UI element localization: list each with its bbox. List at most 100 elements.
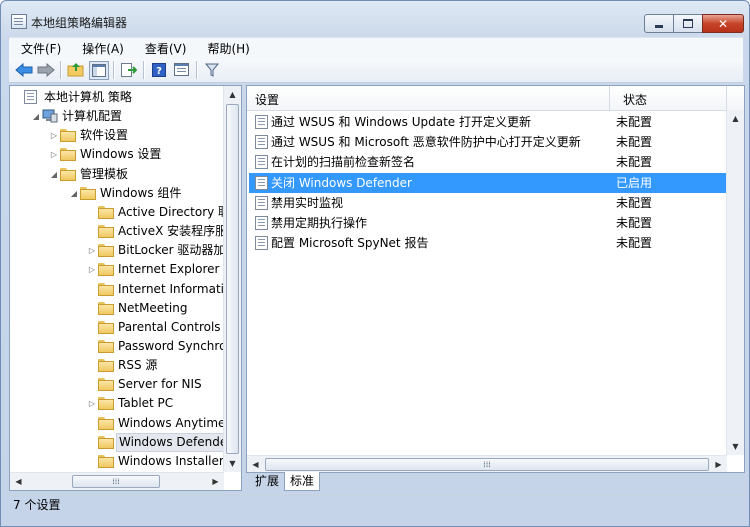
scroll-thumb-horizontal[interactable]: ⁞⁞⁞ xyxy=(265,458,709,471)
filter-icon[interactable] xyxy=(203,61,221,78)
menu-file[interactable]: 文件(F) xyxy=(9,38,70,58)
expander-icon xyxy=(88,433,96,452)
tree-item[interactable]: NetMeeting xyxy=(10,299,224,318)
tree-item[interactable]: ◢ 计算机配置 xyxy=(10,107,224,126)
folder-icon xyxy=(98,263,114,277)
tree-item-label: 计算机配置 xyxy=(62,109,123,124)
tree-item-label: NetMeeting xyxy=(118,300,188,315)
expander-icon xyxy=(88,356,96,375)
menu-view[interactable]: 查看(V) xyxy=(133,38,196,58)
tree-item-label: 管理模板 xyxy=(80,166,129,181)
expander-icon[interactable]: ◢ xyxy=(50,165,58,184)
policy-name: 关闭 Windows Defender xyxy=(271,175,412,190)
back-arrow-icon[interactable] xyxy=(15,61,33,78)
tree-item[interactable]: ▷ BitLocker 驱动器加密 xyxy=(10,241,237,260)
policy-row[interactable]: 禁用定期执行操作 未配置 xyxy=(249,213,735,233)
tree-item[interactable]: Password Synchronizi xyxy=(10,337,241,356)
scroll-thumb[interactable] xyxy=(226,104,239,454)
expander-icon[interactable]: ▷ xyxy=(88,260,96,279)
policy-row[interactable]: 禁用实时监视 未配置 xyxy=(249,193,735,213)
tree-item-label: Windows Defender xyxy=(116,432,236,452)
minimize-button[interactable] xyxy=(644,14,674,33)
policy-name: 配置 Microsoft SpyNet 报告 xyxy=(271,236,429,251)
list-horizontal-scrollbar[interactable]: ◀ ⁞⁞⁞ ▶ xyxy=(247,455,727,472)
tree-item[interactable]: ▷ Internet Explorer xyxy=(10,260,224,279)
policy-row[interactable]: 在计划的扫描前检查新签名 未配置 xyxy=(249,152,735,172)
scroll-left-arrow[interactable]: ◀ xyxy=(247,456,264,472)
tab-standard[interactable]: 标准 xyxy=(284,472,321,491)
properties-icon[interactable] xyxy=(172,61,190,78)
forward-arrow-icon[interactable] xyxy=(37,61,55,78)
tree-horizontal-scrollbar[interactable]: ◀ ⁞⁞⁞ ▶ xyxy=(10,472,224,490)
tree-item[interactable]: ActiveX 安装程序服务 xyxy=(10,222,239,241)
tree-item[interactable]: ▷ 软件设置 xyxy=(10,126,224,145)
tree-item[interactable]: Windows Defender xyxy=(10,432,236,452)
scroll-down-arrow[interactable]: ▼ xyxy=(224,455,241,472)
policy-name: 在计划的扫描前检查新签名 xyxy=(271,155,416,170)
maximize-button[interactable] xyxy=(673,14,703,33)
policy-state: 未配置 xyxy=(616,115,653,129)
folder-icon xyxy=(98,225,114,239)
tree-item[interactable]: ◢ Windows 组件 xyxy=(10,184,224,203)
menu-help[interactable]: 帮助(H) xyxy=(195,38,258,58)
folder-icon xyxy=(98,244,114,258)
policy-row[interactable]: 关闭 Windows Defender 已启用 xyxy=(249,172,735,193)
expander-icon[interactable]: ◢ xyxy=(70,184,78,203)
expander-icon[interactable]: ▷ xyxy=(88,394,96,413)
expander-icon[interactable]: ▷ xyxy=(50,126,58,145)
title-bar[interactable]: 本地组策略编辑器 ✕ xyxy=(1,1,749,35)
scroll-left-arrow[interactable]: ◀ xyxy=(10,473,27,490)
tree-vertical-scrollbar[interactable]: ▲ ▼ xyxy=(223,86,241,472)
tree-item[interactable]: Windows Anytime Up xyxy=(10,414,241,433)
scroll-up-arrow[interactable]: ▲ xyxy=(727,110,744,127)
scroll-up-arrow[interactable]: ▲ xyxy=(224,86,241,103)
expander-icon[interactable]: ▷ xyxy=(50,145,58,164)
tab-extended[interactable]: 扩展 xyxy=(250,472,284,490)
scroll-thumb-horizontal[interactable]: ⁞⁞⁞ xyxy=(72,475,160,488)
tree-item-label: 软件设置 xyxy=(80,128,129,143)
tree-item-label: Tablet PC xyxy=(118,396,174,411)
tree-item-label: BitLocker 驱动器加密 xyxy=(118,243,238,258)
folder-icon xyxy=(98,416,114,430)
close-button[interactable]: ✕ xyxy=(702,14,744,33)
folder-icon xyxy=(98,339,114,353)
expander-icon xyxy=(88,222,96,241)
tree-item[interactable]: RSS 源 xyxy=(10,356,224,375)
scroll-right-arrow[interactable]: ▶ xyxy=(207,473,224,490)
help-icon[interactable]: ? xyxy=(150,61,168,78)
menu-action[interactable]: 操作(A) xyxy=(70,38,133,58)
scroll-right-arrow[interactable]: ▶ xyxy=(710,456,727,472)
tree-item[interactable]: Internet Information xyxy=(10,280,239,299)
minimize-icon xyxy=(655,25,663,28)
column-header-setting[interactable]: 设置 xyxy=(255,91,279,108)
policy-setting-icon xyxy=(255,216,268,230)
tree-item-label: ActiveX 安装程序服务 xyxy=(118,224,240,239)
tree-item[interactable]: Server for NIS xyxy=(10,375,224,394)
folder-icon xyxy=(98,397,114,411)
folder-icon xyxy=(80,186,96,200)
tree-item[interactable]: ▷ Windows 设置 xyxy=(10,145,224,164)
svg-text:?: ? xyxy=(156,66,162,77)
show-hide-tree-icon[interactable] xyxy=(89,61,109,80)
policy-row[interactable]: 通过 WSUS 和 Microsoft 恶意软件防护中心打开定义更新 未配置 xyxy=(249,132,735,152)
policy-row[interactable]: 通过 WSUS 和 Windows Update 打开定义更新 未配置 xyxy=(249,112,735,132)
column-header-state[interactable]: 状态 xyxy=(623,91,647,108)
expander-icon[interactable]: ◢ xyxy=(32,107,40,126)
folder-icon xyxy=(60,148,76,162)
scroll-down-arrow[interactable]: ▼ xyxy=(727,438,744,455)
toolbar: ? xyxy=(9,58,743,83)
tree-item[interactable]: Active Directory 联合 xyxy=(10,203,241,222)
policy-name: 通过 WSUS 和 Microsoft 恶意软件防护中心打开定义更新 xyxy=(271,135,581,150)
list-vertical-scrollbar[interactable]: ▲ ▼ xyxy=(726,110,744,455)
tree-item[interactable]: 本地计算机 策略 xyxy=(10,88,224,107)
policy-row[interactable]: 配置 Microsoft SpyNet 报告 未配置 xyxy=(249,233,735,253)
tree-item[interactable]: Parental Controls xyxy=(10,318,224,337)
expander-icon xyxy=(88,375,96,394)
up-folder-icon[interactable] xyxy=(67,61,85,78)
tree-item[interactable]: ▷ Tablet PC xyxy=(10,394,224,413)
policy-setting-icon xyxy=(255,155,268,170)
export-list-icon[interactable] xyxy=(120,61,138,78)
tree-item[interactable]: ◢ 管理模板 xyxy=(10,165,224,184)
expander-icon[interactable]: ▷ xyxy=(88,241,96,260)
tree-item[interactable]: Windows Installer xyxy=(10,452,224,471)
